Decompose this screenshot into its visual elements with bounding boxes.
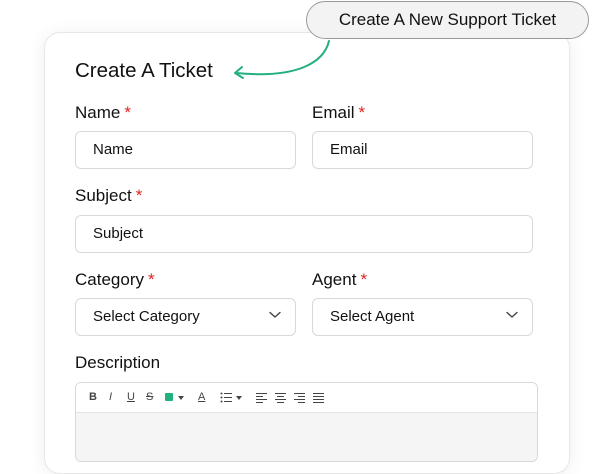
align-left-icon[interactable] <box>256 392 267 403</box>
align-center-icon[interactable] <box>275 392 286 403</box>
required-marker: * <box>147 270 155 289</box>
category-label: Category * <box>75 270 155 289</box>
category-select[interactable]: Select Category <box>75 298 296 336</box>
callout-arrow-icon <box>234 40 330 79</box>
chevron-down-icon <box>506 311 518 318</box>
description-label: Description <box>75 353 161 372</box>
required-marker: * <box>124 103 131 122</box>
form-title: Create A Ticket <box>75 59 213 82</box>
required-marker: * <box>135 186 143 205</box>
email-input[interactable]: Email <box>312 131 533 169</box>
align-right-icon[interactable] <box>294 392 305 403</box>
agent-select-value: Select Agent <box>330 308 415 325</box>
agent-label: Agent * <box>312 270 368 289</box>
chevron-down-icon <box>269 311 281 318</box>
underline-icon[interactable]: U <box>127 391 135 404</box>
align-justify-icon[interactable] <box>313 392 324 403</box>
description-textarea[interactable] <box>76 413 537 461</box>
caret-down-icon[interactable] <box>236 396 242 400</box>
caret-down-icon[interactable] <box>178 396 184 400</box>
subject-input[interactable]: Subject <box>75 215 533 253</box>
subject-label: Subject * <box>75 186 143 205</box>
name-label: Name * <box>75 103 131 122</box>
required-marker: * <box>360 270 368 289</box>
highlight-color-icon[interactable] <box>165 393 173 401</box>
italic-icon[interactable]: I <box>109 391 112 404</box>
category-select-value: Select Category <box>93 308 200 325</box>
bold-icon[interactable]: B <box>89 391 97 404</box>
font-color-icon[interactable]: A <box>198 391 205 404</box>
required-marker: * <box>358 103 366 122</box>
agent-select[interactable]: Select Agent <box>312 298 533 336</box>
email-label: Email * <box>312 103 366 122</box>
editor-toolbar: B I U S A <box>76 383 537 413</box>
callout-label: Create A New Support Ticket <box>306 1 589 39</box>
list-icon[interactable] <box>220 392 232 403</box>
name-input[interactable]: Name <box>75 131 296 169</box>
strikethrough-icon[interactable]: S <box>146 391 153 404</box>
description-editor: B I U S A <box>75 382 538 462</box>
